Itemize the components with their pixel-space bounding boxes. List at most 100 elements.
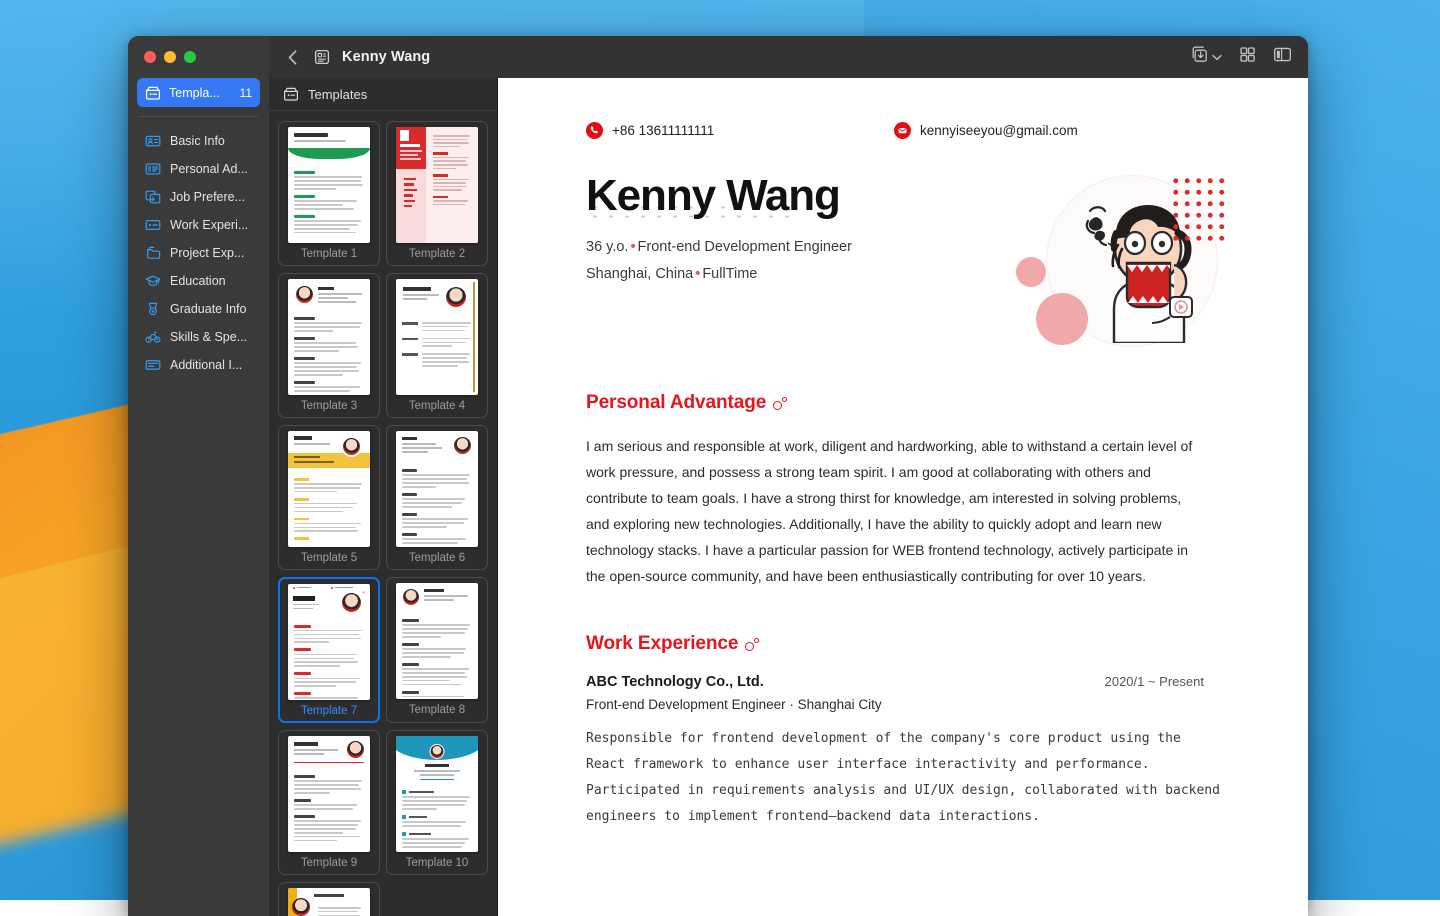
sidebar-item-work-experience[interactable]: Work Experi... — [137, 211, 260, 239]
section-title: Work Experience — [586, 633, 738, 655]
export-stack-icon — [1190, 45, 1209, 69]
resume-hero: Kenny Wang 36 y.o.•Front-end Development… — [586, 173, 1228, 348]
template-card[interactable]: Template 3 — [278, 273, 380, 418]
templates-panel: Templates — [269, 78, 498, 916]
phone-icon — [586, 122, 603, 139]
sidebar-item-label: Additional I... — [170, 358, 242, 372]
template-thumbnail — [396, 736, 478, 852]
resume-employment-type: FullTime — [702, 266, 757, 282]
resume-location: Shanghai, China — [586, 266, 693, 282]
sidebar-item-education[interactable]: Education — [137, 267, 260, 295]
work-company: ABC Technology Co., Ltd. — [586, 674, 1105, 690]
zoom-button[interactable] — [184, 51, 196, 63]
templates-grid: Template 1 — [269, 111, 497, 916]
templates-box-icon — [145, 85, 161, 101]
template-label: Template 6 — [409, 547, 465, 568]
sidebar-templates-count: 11 — [240, 86, 252, 100]
export-button[interactable] — [1190, 45, 1222, 69]
note-card-icon — [145, 357, 161, 373]
template-thumbnail — [396, 431, 478, 547]
work-card-icon — [145, 217, 161, 233]
avatar-pink-circle-small — [1016, 257, 1046, 287]
meta-separator: • — [693, 266, 702, 282]
sidebar-item-templates[interactable]: Templa... 11 — [137, 78, 260, 107]
template-thumbnail — [288, 431, 370, 547]
meta-separator: • — [628, 239, 637, 255]
sidebar-item-additional-info[interactable]: Additional I... — [137, 351, 260, 379]
title-bar-main: Kenny Wang — [269, 36, 1308, 78]
sidebar-item-project-experience[interactable]: Project Exp... — [137, 239, 260, 267]
template-thumbnail — [396, 127, 478, 243]
resume-meta-line-1: 36 y.o.•Front-end Development Engineer — [586, 239, 1008, 255]
template-card[interactable]: Template 5 — [278, 425, 380, 570]
template-label: Template 8 — [409, 699, 465, 720]
template-card-selected[interactable]: Template 7 — [278, 577, 380, 723]
template-card[interactable]: Template 10 — [386, 730, 488, 875]
template-thumbnail — [396, 279, 478, 395]
chevron-left-icon[interactable] — [283, 48, 301, 66]
template-card[interactable]: Template 6 — [386, 425, 488, 570]
templates-panel-header: Templates — [269, 78, 497, 111]
sidebar-divider — [139, 116, 258, 117]
template-thumbnail — [288, 736, 370, 852]
template-card[interactable]: Template 8 — [386, 577, 488, 723]
minimize-button[interactable] — [164, 51, 176, 63]
template-thumbnail — [288, 127, 370, 243]
sidebar-item-label: Education — [170, 274, 226, 288]
chevron-down-icon — [1212, 48, 1222, 66]
template-thumbnail — [288, 584, 370, 700]
id-card-icon — [145, 133, 161, 149]
resume-contacts: +86 13611111111 kennyiseeyou@gmail.com — [586, 122, 1228, 139]
resume-name-wrap: Kenny Wang — [586, 173, 840, 223]
template-label: Template 5 — [301, 547, 357, 568]
personal-advantage-body: I am serious and responsible at work, di… — [586, 433, 1204, 589]
avatar-pink-circle-large — [1036, 293, 1088, 345]
sidebar-item-skills[interactable]: Skills & Spe... — [137, 323, 260, 351]
template-card[interactable]: Template 1 — [278, 121, 380, 266]
template-label: Template 3 — [301, 395, 357, 416]
contact-phone: +86 13611111111 — [586, 122, 894, 139]
window-title: Kenny Wang — [342, 49, 430, 65]
template-card[interactable]: Template 9 — [278, 730, 380, 875]
sidebar-item-label: Basic Info — [170, 134, 225, 148]
sidebar-item-personal-advantage[interactable]: Personal Ad... — [137, 155, 260, 183]
resume-meta-line-2: Shanghai, China•FullTime — [586, 266, 1008, 282]
sidebar-item-label: Personal Ad... — [170, 162, 248, 176]
section-header-work-experience: Work Experience — [586, 633, 1228, 656]
title-bar: Kenny Wang — [128, 36, 1308, 78]
resume-age: 36 y.o. — [586, 239, 628, 255]
template-card[interactable]: Template 2 — [386, 121, 488, 266]
medal-icon — [145, 301, 161, 317]
avatar-dot-grid — [1170, 175, 1226, 243]
sidebar-item-graduate-info[interactable]: Graduate Info — [137, 295, 260, 323]
template-card[interactable]: Template 4 — [386, 273, 488, 418]
window-body: Templa... 11 Basic Info — [128, 78, 1308, 916]
briefcase-stack-icon — [145, 189, 161, 205]
sidebar-item-job-preference[interactable]: Job Prefere... — [137, 183, 260, 211]
template-label: Template 1 — [301, 243, 357, 264]
sidebar-item-label: Skills & Spe... — [170, 330, 247, 344]
resume-title: Front-end Development Engineer — [638, 239, 852, 255]
folder-icon — [145, 245, 161, 261]
graduation-cap-icon — [145, 273, 161, 289]
sidebar-item-label: Project Exp... — [170, 246, 244, 260]
template-label: Template 10 — [406, 852, 469, 873]
sidebar-item-basic-info[interactable]: Basic Info — [137, 127, 260, 155]
template-card[interactable]: Template 11 — [278, 882, 380, 916]
work-entry: ABC Technology Co., Ltd. 2020/1 ~ Presen… — [586, 674, 1228, 830]
grid-view-button[interactable] — [1239, 46, 1256, 68]
templates-panel-title: Templates — [308, 87, 367, 102]
section-ring-decoration — [745, 638, 763, 656]
sidebar-templates-label: Templa... — [169, 86, 232, 100]
template-thumbnail — [396, 583, 478, 699]
sidebar-item-label: Job Prefere... — [170, 190, 245, 204]
toggle-panel-button[interactable] — [1273, 46, 1292, 68]
section-ring-decoration — [773, 397, 791, 415]
template-label: Template 4 — [409, 395, 465, 416]
work-entry-header: ABC Technology Co., Ltd. 2020/1 ~ Presen… — [586, 674, 1204, 690]
app-window: Kenny Wang — [128, 36, 1308, 916]
sidebar-toggle-icon — [1273, 46, 1292, 68]
resume-identity: Kenny Wang 36 y.o.•Front-end Development… — [586, 173, 1008, 282]
close-button[interactable] — [144, 51, 156, 63]
window-controls — [128, 36, 269, 78]
